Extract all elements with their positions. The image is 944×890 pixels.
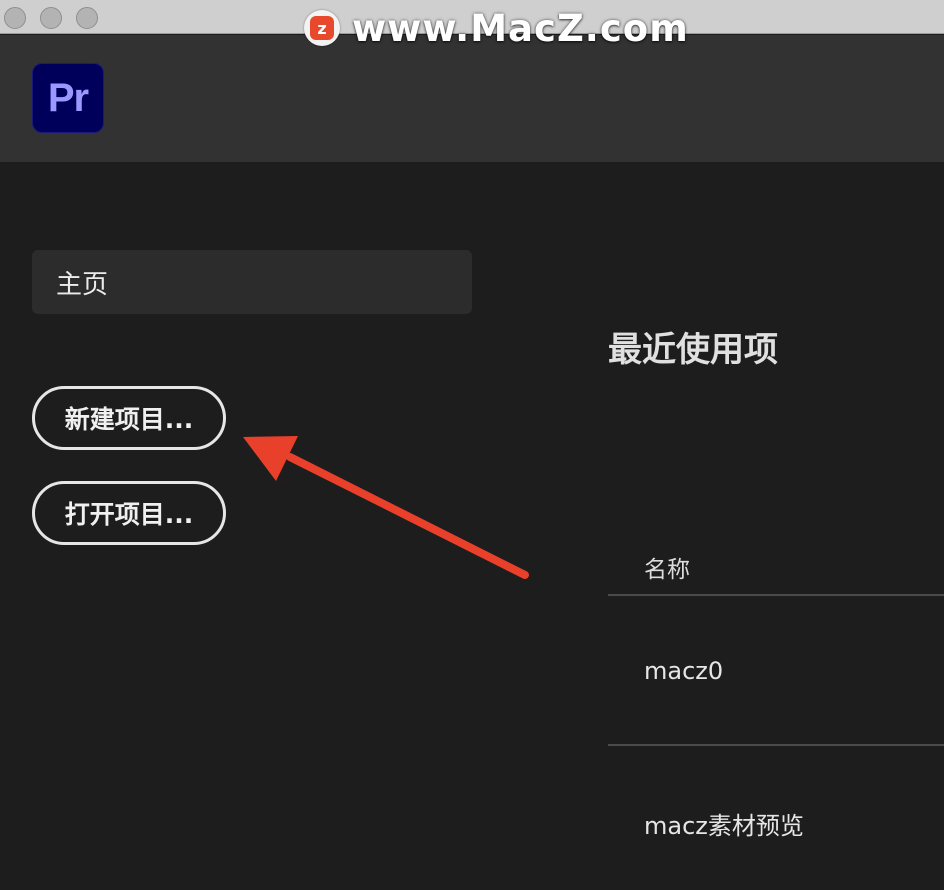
recent-item[interactable]: macz0 [644, 657, 723, 685]
sidebar-item-home[interactable]: 主页 [32, 250, 472, 314]
app-icon-text: Pr [47, 75, 89, 120]
premiere-home-window: Pr z www.MacZ.com 主页 新建项目... 打开项目... 最近使… [0, 0, 944, 890]
watermark-text: www.MacZ.com [352, 6, 689, 50]
arrow-head [243, 436, 298, 481]
new-project-button[interactable]: 新建项目... [32, 386, 226, 450]
column-header-name[interactable]: 名称 [644, 550, 690, 584]
premiere-pro-icon: Pr [32, 63, 104, 133]
open-project-button[interactable]: 打开项目... [32, 481, 226, 545]
app-header: Pr [0, 35, 944, 162]
arrow-shaft [286, 453, 529, 579]
close-window-button[interactable] [4, 7, 26, 29]
watermark-logo-icon: z [304, 10, 340, 46]
minimize-window-button[interactable] [40, 7, 62, 29]
recent-section-title: 最近使用项 [608, 330, 778, 370]
watermark-logo-letter: z [310, 16, 334, 40]
recent-item[interactable]: macz素材预览 [644, 806, 804, 841]
watermark: z www.MacZ.com [304, 6, 689, 50]
table-divider [608, 744, 944, 746]
zoom-window-button[interactable] [76, 7, 98, 29]
sidebar-item-label: 主页 [56, 269, 109, 300]
table-divider [608, 594, 944, 596]
